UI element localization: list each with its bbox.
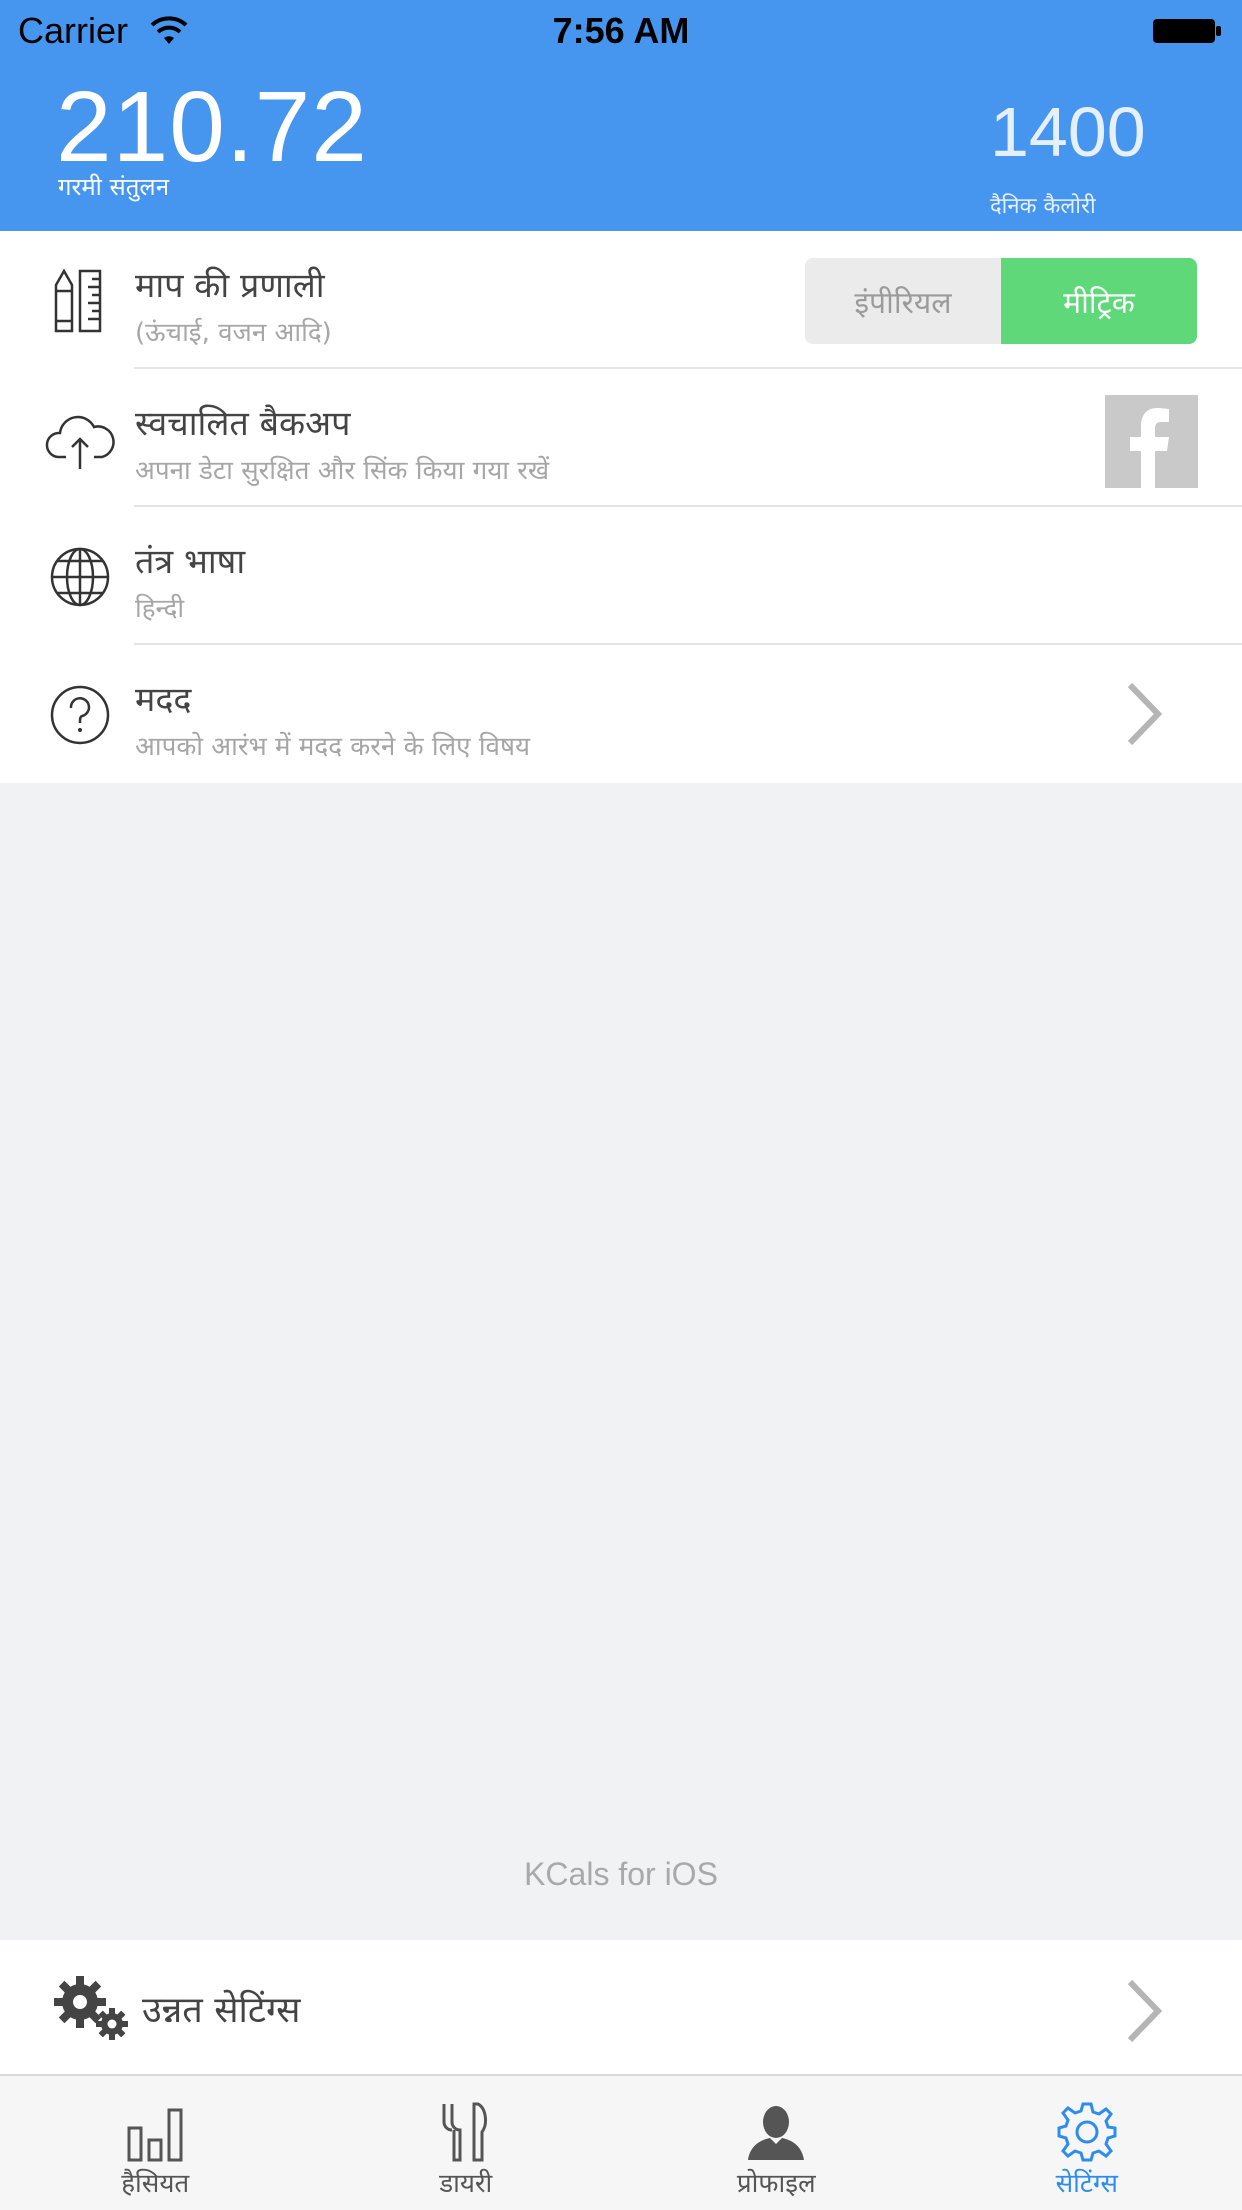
battery-icon <box>1152 16 1222 46</box>
app-version-label: KCals for iOS <box>0 1856 1242 1893</box>
tab-status[interactable]: हैसियत <box>0 2076 311 2210</box>
ruler-pencil-icon <box>44 265 116 337</box>
help-title: मदद <box>135 675 191 721</box>
system-language-row[interactable]: तंत्र भाषा हिन्दी <box>0 507 1242 645</box>
facebook-login-button[interactable] <box>1105 395 1198 488</box>
backup-subtitle: अपना डेटा सुरक्षित और सिंक किया गया रखें <box>135 451 549 487</box>
cloud-upload-icon <box>44 403 116 475</box>
backup-title: स्वचालित बैकअप <box>135 399 350 445</box>
bar-chart-icon <box>123 2100 187 2164</box>
tab-bar: हैसियत डायरी प्रोफाइल सेटि <box>0 2074 1242 2210</box>
heat-balance-value: 210.72 <box>56 70 368 185</box>
imperial-option[interactable]: इंपीरियल <box>805 258 1001 344</box>
advanced-settings-row[interactable]: उन्नत सेटिंग्स <box>0 1940 1242 2074</box>
language-value: हिन्दी <box>135 589 184 625</box>
tab-profile-label: प्रोफाइल <box>621 2164 932 2200</box>
settings-list: माप की प्रणाली (ऊंचाई, वजन आदि) इंपीरियल… <box>0 231 1242 783</box>
measurement-subtitle: (ऊंचाई, वजन आदि) <box>135 313 332 349</box>
tab-diary[interactable]: डायरी <box>311 2076 622 2210</box>
metric-option[interactable]: मीट्रिक <box>1001 258 1197 344</box>
tab-profile[interactable]: प्रोफाइल <box>621 2076 932 2210</box>
facebook-icon <box>1105 395 1198 488</box>
heat-balance-label: गरमी संतुलन <box>58 170 169 203</box>
chevron-right-icon <box>1120 1976 1170 2046</box>
daily-calories-value[interactable]: 1400 <box>990 92 1146 172</box>
tab-diary-label: डायरी <box>311 2164 622 2200</box>
tab-settings-label: सेटिंग्स <box>932 2164 1242 2200</box>
measurement-system-row: माप की प्रणाली (ऊंचाई, वजन आदि) इंपीरियल… <box>0 231 1242 369</box>
tab-status-label: हैसियत <box>0 2164 311 2200</box>
clock: 7:56 AM <box>0 10 1242 52</box>
status-bar: Carrier 7:56 AM <box>0 0 1242 60</box>
gear-icon <box>1055 2100 1119 2164</box>
globe-icon <box>44 541 116 613</box>
auto-backup-row[interactable]: स्वचालित बैकअप अपना डेटा सुरक्षित और सिं… <box>0 369 1242 507</box>
help-row[interactable]: मदद आपको आरंभ में मदद करने के लिए विषय <box>0 645 1242 783</box>
help-subtitle: आपको आरंभ में मदद करने के लिए विषय <box>135 727 530 763</box>
person-icon <box>744 2100 808 2164</box>
advanced-settings-title: उन्नत सेटिंग्स <box>142 1984 300 2033</box>
daily-calories-label: दैनिक कैलोरी <box>990 190 1096 220</box>
tab-settings[interactable]: सेटिंग्स <box>932 2076 1242 2210</box>
gears-icon <box>52 1974 132 2042</box>
language-title: तंत्र भाषा <box>135 537 245 583</box>
measurement-title: माप की प्रणाली <box>135 261 325 307</box>
unit-segmented-control: इंपीरियल मीट्रिक <box>805 258 1197 344</box>
question-circle-icon <box>44 679 116 751</box>
header: Carrier 7:56 AM 210.72 गरमी संतुलन 1400 … <box>0 0 1242 231</box>
fork-knife-icon <box>434 2100 498 2164</box>
chevron-right-icon <box>1120 679 1170 749</box>
